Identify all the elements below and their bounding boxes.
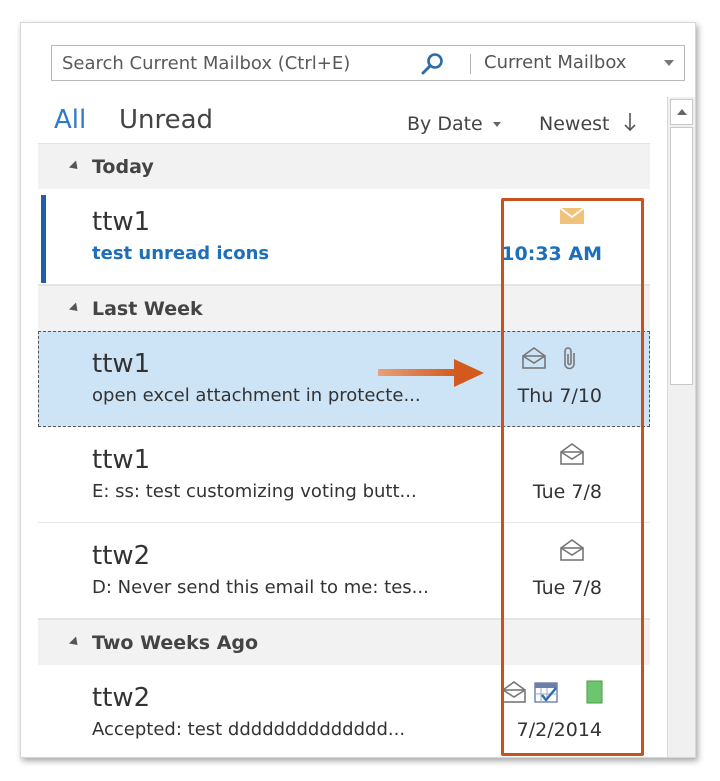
group-header-today[interactable]: Today [38, 143, 650, 189]
message-date: Tue 7/8 [532, 577, 602, 599]
message-date: Tue 7/8 [532, 481, 602, 503]
paperclip-icon [564, 347, 575, 370]
group-label: Last Week [92, 297, 203, 320]
message-subject: open excel attachment in protecte... [92, 385, 421, 406]
collapse-triangle-icon[interactable] [68, 302, 82, 315]
message-list: Today ttw1 test unread icons 10:33 AM La… [38, 143, 650, 757]
filter-unread-tab[interactable]: Unread [119, 105, 213, 135]
message-item-selected[interactable]: ttw1 open excel attachment in protecte..… [38, 331, 650, 427]
scroll-up-button[interactable] [670, 99, 693, 125]
chevron-down-icon[interactable] [493, 122, 501, 127]
group-header-last-week[interactable]: Last Week [38, 285, 650, 331]
sort-by-dropdown[interactable]: By Date [407, 113, 483, 135]
collapse-triangle-icon[interactable] [68, 160, 82, 173]
message-sender: ttw2 [92, 541, 151, 571]
group-label: Today [92, 155, 154, 178]
message-subject: D: Never send this email to me: tes... [92, 577, 429, 598]
open-envelope-icon [560, 539, 584, 561]
message-subject: E: ss: test customizing voting butt... [92, 481, 417, 502]
sort-order-toggle[interactable]: Newest [539, 113, 609, 135]
message-sender: ttw1 [92, 207, 151, 237]
search-input[interactable] [52, 52, 412, 74]
scroll-thumb[interactable] [670, 127, 693, 385]
green-category-icon[interactable] [580, 679, 608, 705]
message-date: 10:33 AM [501, 243, 602, 265]
group-label: Two Weeks Ago [92, 631, 259, 654]
message-item[interactable]: ttw1 test unread icons 10:33 AM [38, 189, 650, 285]
message-sender: ttw1 [92, 349, 151, 379]
filter-all-tab[interactable]: All [54, 105, 86, 135]
group-header-two-weeks-ago[interactable]: Two Weeks Ago [38, 619, 650, 665]
message-subject: test unread icons [92, 243, 270, 264]
open-envelope-icon [502, 681, 526, 703]
chevron-down-icon[interactable] [664, 60, 674, 66]
arrow-down-icon[interactable] [623, 111, 637, 133]
search-scope-separator [470, 54, 471, 74]
message-date: Thu 7/10 [517, 385, 602, 407]
vertical-scrollbar[interactable] [667, 97, 695, 757]
message-sender: ttw1 [92, 445, 151, 475]
message-subject: Accepted: test dddddddddddddd... [92, 719, 406, 740]
open-envelope-icon [522, 347, 546, 369]
search-icon[interactable] [420, 52, 446, 76]
open-envelope-icon [560, 443, 584, 465]
message-item[interactable]: ttw1 E: ss: test customizing voting butt… [38, 427, 650, 523]
message-item[interactable]: ttw2 D: Never send this email to me: tes… [38, 523, 650, 619]
closed-envelope-icon [559, 207, 585, 224]
message-sender: ttw2 [92, 683, 151, 713]
mail-list-pane: Current Mailbox All Unread By Date Newes… [20, 22, 696, 758]
calendar-check-icon [534, 682, 558, 703]
collapse-triangle-icon[interactable] [68, 636, 82, 649]
message-item[interactable]: ttw2 Accepted: test dddddddddddddd... 7/… [38, 665, 650, 757]
search-scope-label[interactable]: Current Mailbox [484, 52, 626, 73]
search-bar: Current Mailbox [51, 45, 685, 81]
message-date: 7/2/2014 [516, 719, 602, 741]
